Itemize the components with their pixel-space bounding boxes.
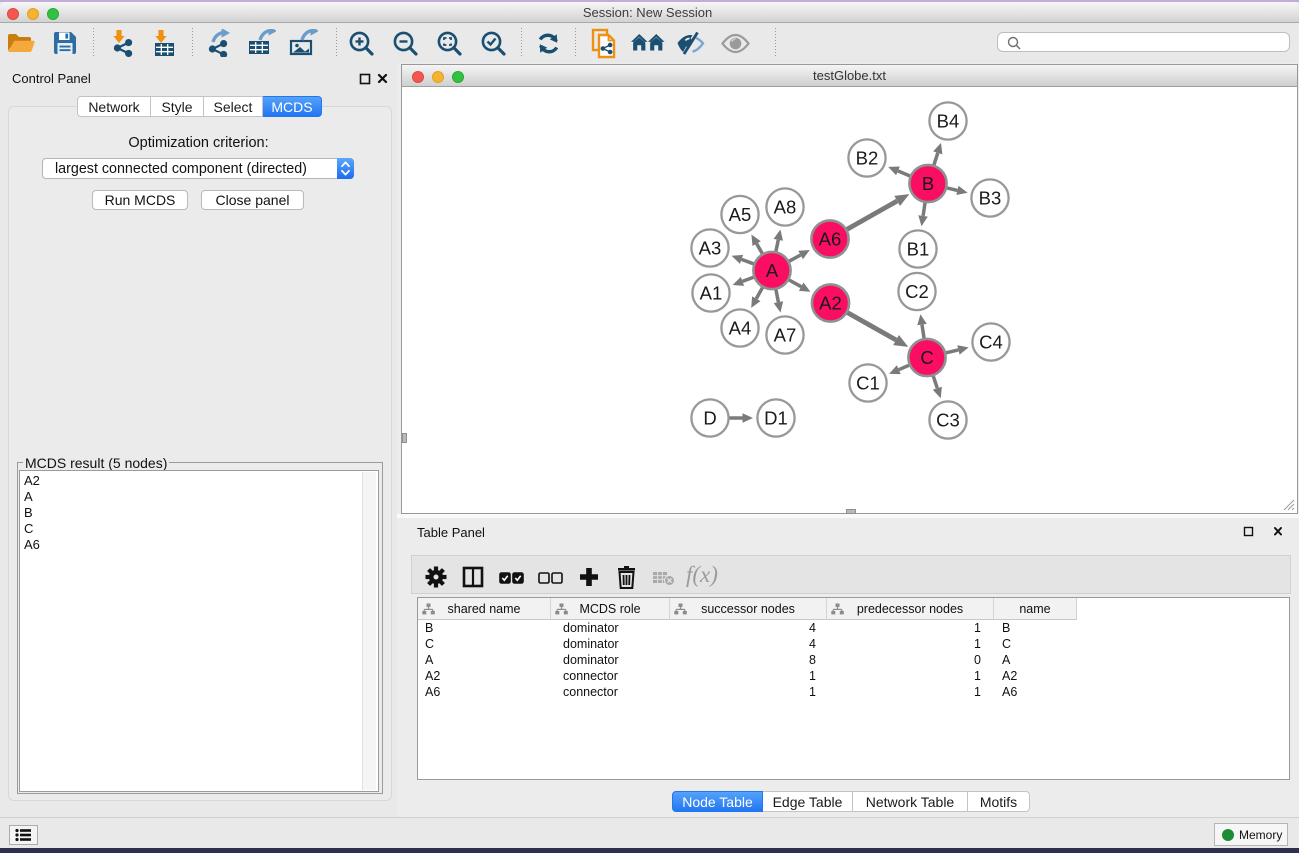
svg-text:A2: A2	[819, 293, 842, 314]
svg-text:D: D	[703, 408, 716, 429]
svg-text:B2: B2	[856, 148, 879, 169]
svg-text:B3: B3	[979, 188, 1002, 209]
svg-text:A5: A5	[729, 204, 752, 225]
svg-text:A7: A7	[774, 325, 797, 346]
svg-text:A3: A3	[699, 238, 722, 259]
svg-text:C3: C3	[936, 410, 960, 431]
svg-text:A8: A8	[774, 197, 797, 218]
svg-text:B4: B4	[937, 111, 960, 132]
svg-text:C1: C1	[856, 373, 880, 394]
svg-text:C2: C2	[905, 281, 929, 302]
svg-text:A: A	[766, 260, 779, 281]
svg-text:A1: A1	[700, 283, 723, 304]
svg-text:A4: A4	[729, 318, 752, 339]
svg-text:B1: B1	[907, 239, 930, 260]
svg-text:D1: D1	[764, 408, 788, 429]
svg-text:C: C	[920, 347, 933, 368]
svg-text:C4: C4	[979, 332, 1003, 353]
svg-text:B: B	[922, 173, 934, 194]
svg-text:A6: A6	[819, 229, 842, 250]
